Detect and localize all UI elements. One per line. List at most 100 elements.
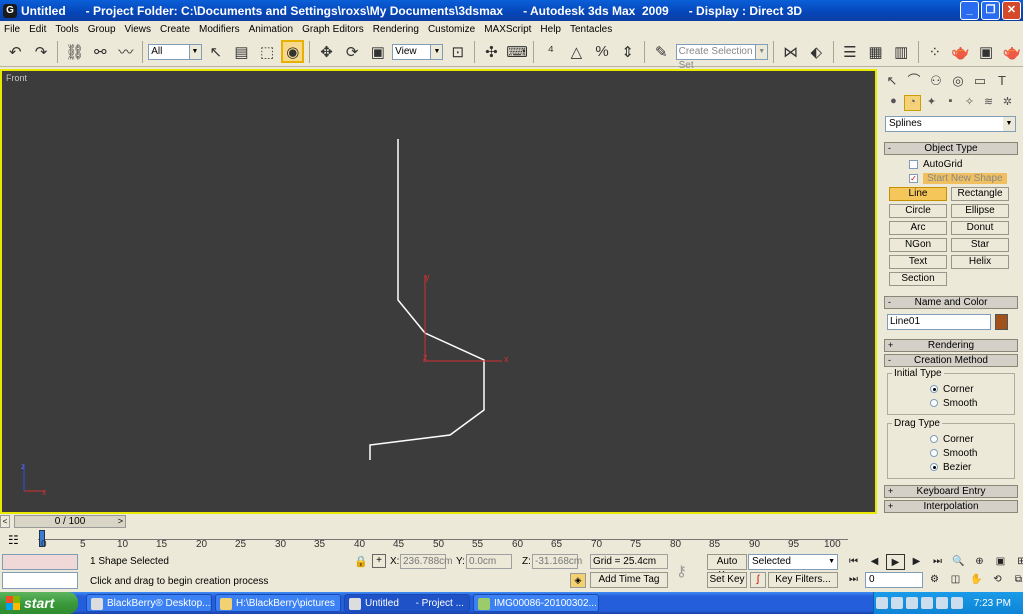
star-button[interactable]: Star — [951, 238, 1009, 252]
object-type-rollout[interactable]: - Object Type — [884, 142, 1018, 155]
creation-method-rollout[interactable]: - Creation Method — [884, 354, 1018, 367]
pan-icon[interactable]: ✋ — [967, 572, 986, 588]
snap-toggle-icon[interactable]: ⁴ — [539, 40, 562, 63]
key-filters-button[interactable]: Key Filters... — [768, 572, 838, 588]
reference-coord-dropdown[interactable]: View ▼ — [392, 43, 444, 60]
ellipse-button[interactable]: Ellipse — [951, 204, 1009, 218]
edit-named-selection-icon[interactable]: ✎ — [650, 40, 673, 63]
initial-type-corner-radio[interactable]: Corner — [892, 382, 1010, 396]
z-coordinate-field[interactable]: -31.168cm — [532, 554, 582, 569]
text-button[interactable]: Text — [889, 255, 947, 269]
spinner-snap-icon[interactable]: ⇕ — [616, 40, 639, 63]
redo-icon[interactable]: ↷ — [30, 40, 53, 63]
render-production-icon[interactable]: 🫖 — [1000, 40, 1023, 63]
align-icon[interactable]: ⬖ — [805, 40, 828, 63]
drag-type-smooth-radio[interactable]: Smooth — [892, 446, 1010, 460]
menu-views[interactable]: Views — [125, 24, 152, 35]
motion-tab-icon[interactable]: ◎ — [948, 71, 968, 91]
taskbar-item-image-viewer[interactable]: IMG00086-20100302... — [473, 594, 599, 612]
set-key-button[interactable]: Set Key — [707, 572, 747, 588]
go-to-start-icon[interactable]: ⏮ — [844, 554, 863, 570]
next-frame-icon[interactable]: ▶ — [907, 554, 926, 570]
menu-create[interactable]: Create — [160, 24, 190, 35]
ngon-button[interactable]: NGon — [889, 238, 947, 252]
helpers-icon[interactable]: ✧ — [961, 95, 978, 111]
selection-lock-icon[interactable]: 🔒 — [354, 555, 368, 568]
menu-modifiers[interactable]: Modifiers — [199, 24, 240, 35]
menu-tentacles[interactable]: Tentacles — [570, 24, 612, 35]
time-slider-prev[interactable]: < — [0, 515, 10, 528]
menu-tools[interactable]: Tools — [55, 24, 78, 35]
percent-snap-icon[interactable]: % — [591, 40, 614, 63]
object-name-field[interactable]: Line01 — [887, 314, 991, 330]
keyboard-entry-rollout[interactable]: + Keyboard Entry — [884, 485, 1018, 498]
time-configuration-icon[interactable]: ⚙ — [925, 572, 944, 588]
keyboard-shortcut-icon[interactable]: ⌨ — [506, 40, 529, 63]
add-time-tag-button[interactable]: Add Time Tag — [590, 572, 668, 588]
bind-space-warp-icon[interactable]: 〰 — [115, 40, 138, 63]
select-object-icon[interactable]: ↖ — [205, 40, 228, 63]
absolute-mode-icon[interactable]: + — [372, 554, 386, 568]
viewport-canvas[interactable]: y x z z x — [2, 71, 875, 512]
category-dropdown[interactable]: Splines ▼ — [885, 116, 1016, 132]
tray-icon[interactable] — [905, 597, 918, 609]
menu-group[interactable]: Group — [88, 24, 116, 35]
donut-button[interactable]: Donut — [951, 221, 1009, 235]
undo-icon[interactable]: ↶ — [4, 40, 27, 63]
maximize-button[interactable]: ❐ — [981, 1, 1000, 20]
select-and-link-icon[interactable]: ⛓ — [63, 40, 86, 63]
key-mode-toggle-icon[interactable]: ⏭ — [844, 572, 863, 588]
tray-icon[interactable] — [875, 597, 888, 609]
helix-button[interactable]: Helix — [951, 255, 1009, 269]
named-selection-dropdown[interactable]: Create Selection Set ▼ — [675, 43, 769, 71]
zoom-icon[interactable]: 🔍 — [949, 554, 968, 570]
current-frame-field[interactable]: 0 — [865, 572, 923, 588]
auto-key-button[interactable]: Auto Key — [707, 554, 747, 581]
drag-type-corner-radio[interactable]: Corner — [892, 432, 1010, 446]
circle-button[interactable]: Circle — [889, 204, 947, 218]
time-slider-thumb[interactable]: 0 / 100 > — [14, 515, 126, 528]
schematic-view-icon[interactable]: ▥ — [890, 40, 913, 63]
render-setup-icon[interactable]: 🫖 — [949, 40, 972, 63]
object-color-swatch[interactable] — [995, 314, 1008, 330]
create-tab-icon[interactable]: ↖ — [882, 71, 902, 91]
taskbar-item-blackberry-pictures[interactable]: H:\BlackBerry\pictures — [215, 594, 341, 612]
track-bar[interactable]: ☷ 0 5 10 15 20 25 30 35 40 45 50 55 60 6… — [0, 530, 877, 552]
time-slider-next[interactable]: > — [118, 516, 123, 527]
radio-selected[interactable] — [930, 463, 938, 471]
start-new-shape-check-box[interactable]: ✓ — [909, 173, 918, 183]
default-tangent-icon[interactable]: ∫ — [750, 572, 766, 588]
play-icon[interactable]: ▶ — [886, 554, 905, 570]
move-icon[interactable]: ✥ — [315, 40, 338, 63]
zoom-extents-icon[interactable]: ▣ — [991, 554, 1010, 570]
start-button[interactable]: start — [0, 592, 78, 614]
y-coordinate-field[interactable]: 0.0cm — [466, 554, 512, 569]
select-by-name-icon[interactable]: ▤ — [230, 40, 253, 63]
previous-frame-icon[interactable]: ◀ — [865, 554, 884, 570]
manipulate-icon[interactable]: ✣ — [480, 40, 503, 63]
spline-shape-line01[interactable] — [369, 139, 485, 460]
x-coordinate-field[interactable]: 236.788cm — [400, 554, 452, 569]
angle-snap-icon[interactable]: △ — [565, 40, 588, 63]
menu-maxscript[interactable]: MAXScript — [484, 24, 531, 35]
zoom-all-icon[interactable]: ⊕ — [970, 554, 989, 570]
rectangle-button[interactable]: Rectangle — [951, 187, 1009, 201]
menu-help[interactable]: Help — [540, 24, 561, 35]
set-key-icon[interactable]: ⚷ — [676, 562, 687, 580]
taskbar-item-blackberry-desktop[interactable]: BlackBerry® Desktop... — [86, 594, 212, 612]
section-button[interactable]: Section — [889, 272, 947, 286]
window-crossing-icon[interactable]: ◉ — [281, 40, 305, 63]
maxscript-listener-mini[interactable] — [2, 554, 78, 570]
drag-type-bezier-radio[interactable]: Bezier — [892, 460, 1010, 474]
rendered-frame-window-icon[interactable]: ▣ — [975, 40, 998, 63]
start-new-shape-checkbox[interactable]: ✓ Start New Shape — [879, 171, 1023, 185]
lights-icon[interactable]: ✦ — [923, 95, 940, 111]
radio-unselected[interactable] — [930, 435, 938, 443]
hierarchy-tab-icon[interactable]: ⚇ — [926, 71, 946, 91]
unlink-icon[interactable]: ⚯ — [89, 40, 112, 63]
tray-icon[interactable] — [935, 597, 948, 609]
line-button[interactable]: Line — [889, 187, 947, 201]
rendering-rollout[interactable]: + Rendering — [884, 339, 1018, 352]
space-warps-icon[interactable]: ≋ — [980, 95, 997, 111]
selection-filter-dropdown[interactable]: All ▼ — [148, 43, 202, 60]
